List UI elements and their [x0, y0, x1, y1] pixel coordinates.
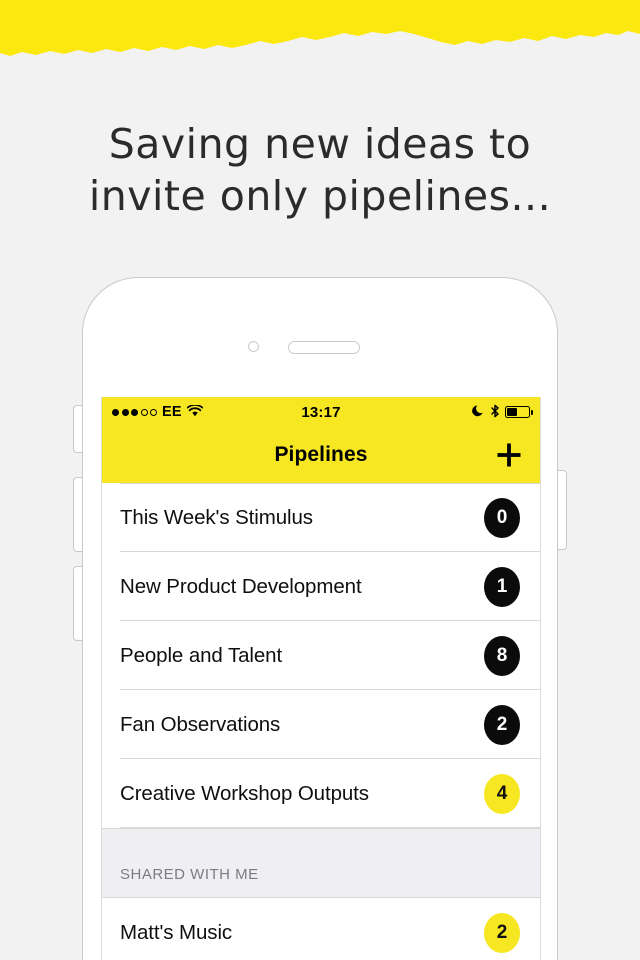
pipeline-row-label: People and Talent	[120, 643, 283, 667]
pipeline-row-count-badge: 0	[484, 497, 520, 538]
page-headline: Saving new ideas to invite only pipeline…	[0, 118, 640, 222]
front-camera-icon	[248, 341, 259, 352]
pipeline-row-label: New Product Development	[120, 574, 362, 598]
bluetooth-icon	[490, 404, 500, 421]
pipeline-row-label: Matt's Music	[120, 920, 233, 944]
moon-icon	[472, 404, 485, 420]
section-header-shared-with-me: SHARED WITH ME	[102, 828, 540, 898]
pipeline-row-label: This Week's Stimulus	[120, 505, 313, 529]
pipeline-list: This Week's Stimulus 0 New Product Develop…	[102, 483, 540, 960]
pipeline-row[interactable]: This Week's Stimulus 0	[102, 483, 540, 552]
phone-screen: EE 13:17 Pipelines This Week's Stimulus …	[101, 397, 541, 960]
wifi-icon	[186, 404, 203, 420]
headline-line-2: invite only pipelines...	[88, 172, 552, 220]
screenshot-root: Saving new ideas to invite only pipeline…	[0, 0, 640, 960]
add-pipeline-button[interactable]	[490, 436, 528, 474]
torn-yellow-paper-strip	[0, 0, 640, 60]
pipeline-list-main-group: This Week's Stimulus 0 New Product Develop…	[102, 483, 540, 828]
pipeline-row[interactable]: Matt's Music 2	[102, 898, 540, 960]
navigation-bar: Pipelines	[102, 427, 540, 483]
pipeline-row-count-badge: 1	[484, 566, 520, 607]
status-bar: EE 13:17	[102, 397, 540, 427]
pipeline-row-count-badge: 8	[484, 635, 520, 676]
pipeline-row-count-badge: 2	[484, 912, 520, 953]
earpiece-speaker-icon	[288, 341, 360, 354]
carrier-name: EE	[162, 404, 182, 420]
pipeline-row[interactable]: Fan Observations 2	[102, 690, 540, 759]
plus-icon	[497, 443, 521, 467]
page-title: Pipelines	[274, 443, 368, 466]
signal-strength-icon	[112, 408, 157, 416]
pipeline-row-label: Fan Observations	[120, 712, 281, 736]
pipeline-row[interactable]: New Product Development 1	[102, 552, 540, 621]
status-bar-right	[472, 404, 534, 421]
battery-icon	[505, 406, 534, 418]
pipeline-list-shared-group: Matt's Music 2	[102, 898, 540, 960]
status-bar-left: EE	[112, 404, 203, 420]
pipeline-row-count-badge: 2	[484, 704, 520, 745]
pipeline-row[interactable]: People and Talent 8	[102, 621, 540, 690]
pipeline-row-count-badge: 4	[484, 773, 520, 814]
pipeline-row-label: Creative Workshop Outputs	[120, 781, 369, 805]
headline-line-1: Saving new ideas to	[108, 120, 532, 168]
pipeline-row[interactable]: Creative Workshop Outputs 4	[102, 759, 540, 828]
